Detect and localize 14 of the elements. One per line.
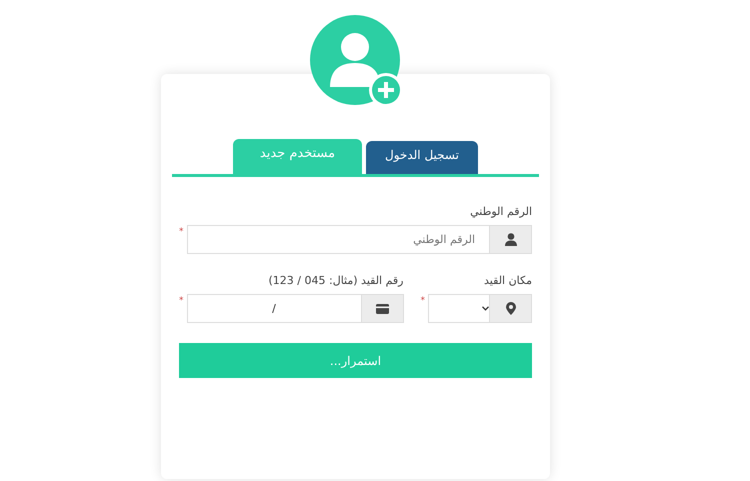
user-icon <box>504 233 516 246</box>
field-label: رقم القيد (مثال: 045 / 123) <box>268 274 404 287</box>
tab[interactable]: تسجيل الدخول <box>366 141 478 174</box>
card-icon <box>376 304 388 314</box>
required-mark: * <box>179 296 184 306</box>
field-label: مكان القيد <box>483 274 532 287</box>
input-group[interactable]: / <box>186 294 404 323</box>
input-group[interactable]: الرقم الوطني <box>186 225 532 254</box>
field-label: الرقم الوطني <box>469 205 532 218</box>
location-pin-icon <box>506 302 516 315</box>
select-field[interactable] <box>428 294 532 323</box>
chevron-down-icon <box>482 306 489 311</box>
required-mark: * <box>179 227 184 237</box>
required-mark: * <box>420 296 425 306</box>
